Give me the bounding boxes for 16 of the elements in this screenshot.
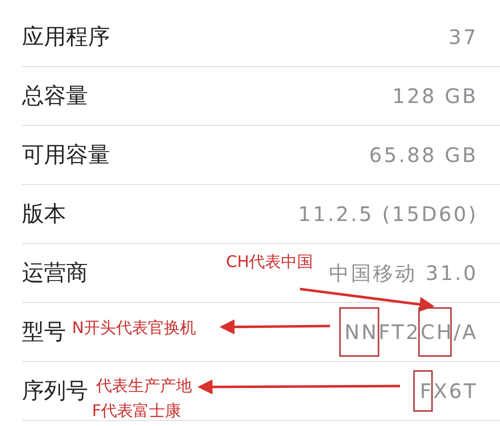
setting-value: 128 GB bbox=[392, 86, 478, 106]
annotation-label: 代表生产产地 bbox=[96, 375, 192, 397]
setting-label: 运营商 bbox=[22, 260, 88, 288]
setting-label: 可用容量 bbox=[22, 142, 110, 170]
setting-label: 总容量 bbox=[22, 82, 88, 110]
annotation-label: CH代表中国 bbox=[226, 251, 314, 273]
setting-value: 65.88 GB bbox=[369, 145, 478, 165]
setting-label: 型号 bbox=[22, 318, 66, 346]
setting-value: 中国移动 31.0 bbox=[329, 263, 478, 283]
setting-value: 11.2.5 (15D60) bbox=[298, 204, 478, 224]
setting-label: 应用程序 bbox=[22, 24, 110, 52]
setting-label: 版本 bbox=[22, 200, 66, 228]
annotation-label: F代表富士康 bbox=[92, 400, 182, 422]
setting-label: 序列号 bbox=[22, 378, 88, 406]
setting-value: 37 bbox=[448, 27, 478, 47]
annotation-label: N开头代表官换机 bbox=[72, 317, 196, 339]
